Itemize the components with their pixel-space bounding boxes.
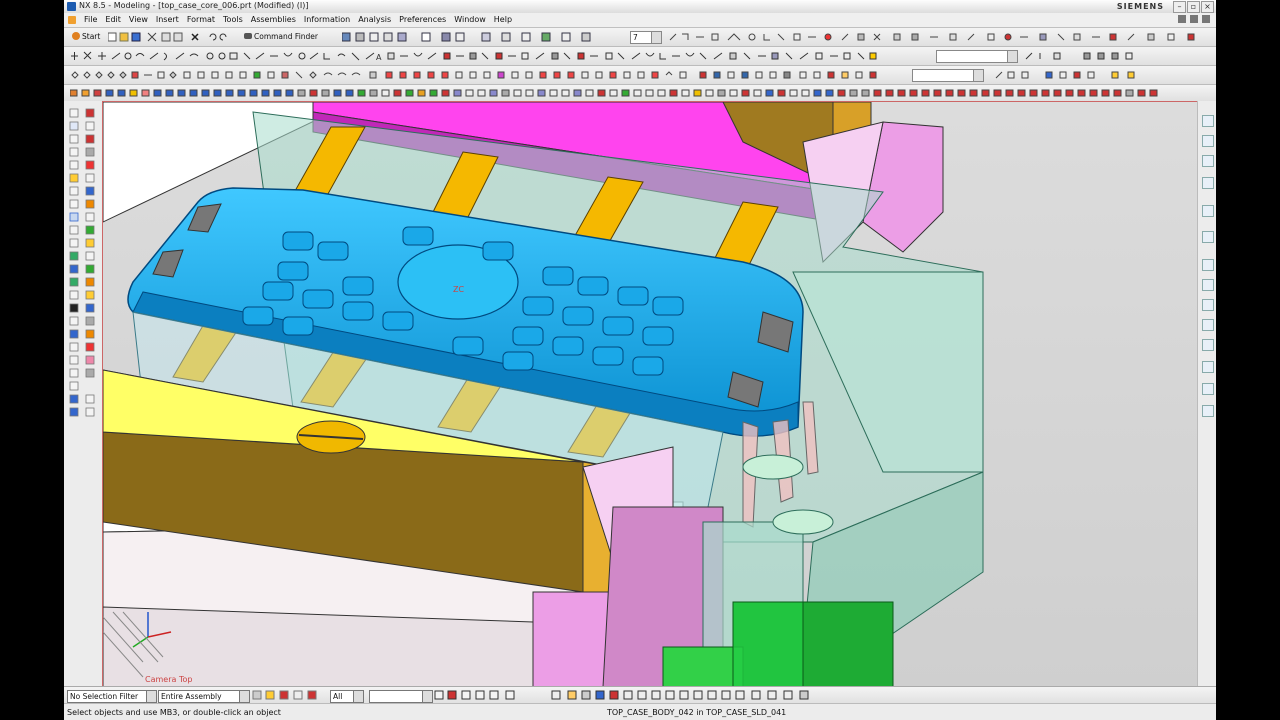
- display-tools-icons[interactable]: [668, 32, 1208, 42]
- curve-toolbar: A: [64, 47, 1216, 66]
- view-tools-icons[interactable]: [342, 32, 622, 42]
- file-edit-icons[interactable]: [108, 32, 238, 42]
- command-finder-button[interactable]: Command Finder: [242, 31, 320, 43]
- menu-view[interactable]: View: [125, 15, 152, 24]
- part-navigator-tab[interactable]: [1202, 155, 1214, 167]
- curve-sketch-icons[interactable]: A: [70, 51, 930, 61]
- snap-point-icons[interactable]: [434, 690, 814, 701]
- selection-bar: No Selection Filter Entire Assembly All: [64, 686, 1216, 704]
- wcs-zc-label: ZC: [453, 285, 464, 294]
- roles-tab[interactable]: [1202, 339, 1214, 351]
- camera-view-label: Camera Top: [145, 675, 192, 684]
- menu-preferences[interactable]: Preferences: [395, 15, 450, 24]
- nx-application-window: NX 8.5 - Modeling - [top_case_core_006.p…: [64, 0, 1216, 720]
- sketch-tools-icons[interactable]: [1024, 51, 1164, 61]
- menu-edit[interactable]: Edit: [101, 15, 125, 24]
- selection-option-icons[interactable]: [252, 690, 327, 701]
- web-browser-tab[interactable]: [1202, 231, 1214, 243]
- nx-app-icon: [67, 2, 76, 11]
- doc-close-icon[interactable]: [1202, 15, 1210, 23]
- start-icon: [72, 32, 80, 40]
- manufacturing-wizards-tab[interactable]: [1202, 319, 1214, 331]
- mold-tools-icons[interactable]: [70, 88, 1170, 98]
- selection-filter-select[interactable]: No Selection Filter: [67, 690, 157, 703]
- green-base-front: [662, 646, 744, 687]
- left-toolbar: [64, 101, 103, 686]
- pillar-top-2: [742, 454, 804, 480]
- menu-analysis[interactable]: Analysis: [354, 15, 395, 24]
- window-title: NX 8.5 - Modeling - [top_case_core_006.p…: [79, 1, 309, 10]
- palette-tab[interactable]: [1202, 383, 1214, 395]
- left-tool-icons[interactable]: [64, 105, 102, 425]
- start-label: Start: [82, 32, 101, 41]
- hd3d-tools-tab[interactable]: [1202, 205, 1214, 217]
- svg-text:A: A: [376, 53, 382, 61]
- assembly-navigator-tab[interactable]: [1202, 115, 1214, 127]
- analysis-tools-icons[interactable]: [994, 70, 1154, 80]
- resource-bar: [1197, 101, 1216, 686]
- menu-tools[interactable]: Tools: [219, 15, 247, 24]
- layer-select[interactable]: 7: [630, 31, 662, 44]
- surface-analysis-icons[interactable]: [70, 70, 910, 80]
- mold-wizard-toolbar: [64, 85, 1216, 102]
- status-line-selection: TOP_CASE_BODY_042 in TOP_CASE_SLD_041: [607, 708, 787, 717]
- selection-scope-select[interactable]: Entire Assembly: [158, 690, 250, 703]
- green-ejector-pin: [732, 601, 804, 687]
- minimize-button[interactable]: –: [1173, 1, 1186, 13]
- status-bar: Select objects and use MB3, or double-cl…: [64, 703, 1216, 720]
- system-materials-tab[interactable]: [1202, 279, 1214, 291]
- title-bar: NX 8.5 - Modeling - [top_case_core_006.p…: [64, 0, 1216, 14]
- mold-assembly-model[interactable]: ZC Camera Top: [103, 102, 1198, 687]
- menu-bar: File Edit View Insert Format Tools Assem…: [64, 13, 1216, 28]
- curve-option-combo[interactable]: [936, 50, 1018, 63]
- selection-type-select[interactable]: All: [330, 690, 364, 703]
- analysis-toolbar: [64, 66, 1216, 85]
- constraint-navigator-tab[interactable]: [1202, 135, 1214, 147]
- process-studio-tab[interactable]: [1202, 299, 1214, 311]
- graphics-window[interactable]: ZC Camera Top: [102, 101, 1199, 688]
- document-window-controls: [1178, 15, 1210, 23]
- document-menu-icon[interactable]: [68, 16, 76, 24]
- extra-tab[interactable]: [1202, 405, 1214, 417]
- standard-toolbar: Start Command Finder 7: [64, 28, 1216, 47]
- system-scenes-tab[interactable]: [1202, 361, 1214, 373]
- close-button[interactable]: ×: [1201, 1, 1214, 13]
- menu-window[interactable]: Window: [450, 15, 490, 24]
- start-button[interactable]: Start: [70, 31, 102, 43]
- snap-point-select[interactable]: [369, 690, 433, 703]
- reuse-library-tab[interactable]: [1202, 177, 1214, 189]
- restore-button[interactable]: ▫: [1187, 1, 1200, 13]
- menu-information[interactable]: Information: [300, 15, 354, 24]
- doc-restore-icon[interactable]: [1190, 15, 1198, 23]
- command-finder-label: Command Finder: [254, 32, 318, 41]
- doc-minimize-icon[interactable]: [1178, 15, 1186, 23]
- menu-assemblies[interactable]: Assemblies: [247, 15, 300, 24]
- menu-file[interactable]: File: [80, 15, 101, 24]
- siemens-brand: SIEMENS: [1116, 2, 1164, 11]
- menu-help[interactable]: Help: [490, 15, 516, 24]
- menu-insert[interactable]: Insert: [152, 15, 183, 24]
- binoculars-icon: [244, 33, 252, 39]
- menu-format[interactable]: Format: [183, 15, 219, 24]
- analysis-option-combo[interactable]: [912, 69, 984, 82]
- pillar-top: [772, 509, 834, 535]
- cue-line-prompt: Select objects and use MB3, or double-cl…: [67, 708, 281, 717]
- history-tab[interactable]: [1202, 259, 1214, 271]
